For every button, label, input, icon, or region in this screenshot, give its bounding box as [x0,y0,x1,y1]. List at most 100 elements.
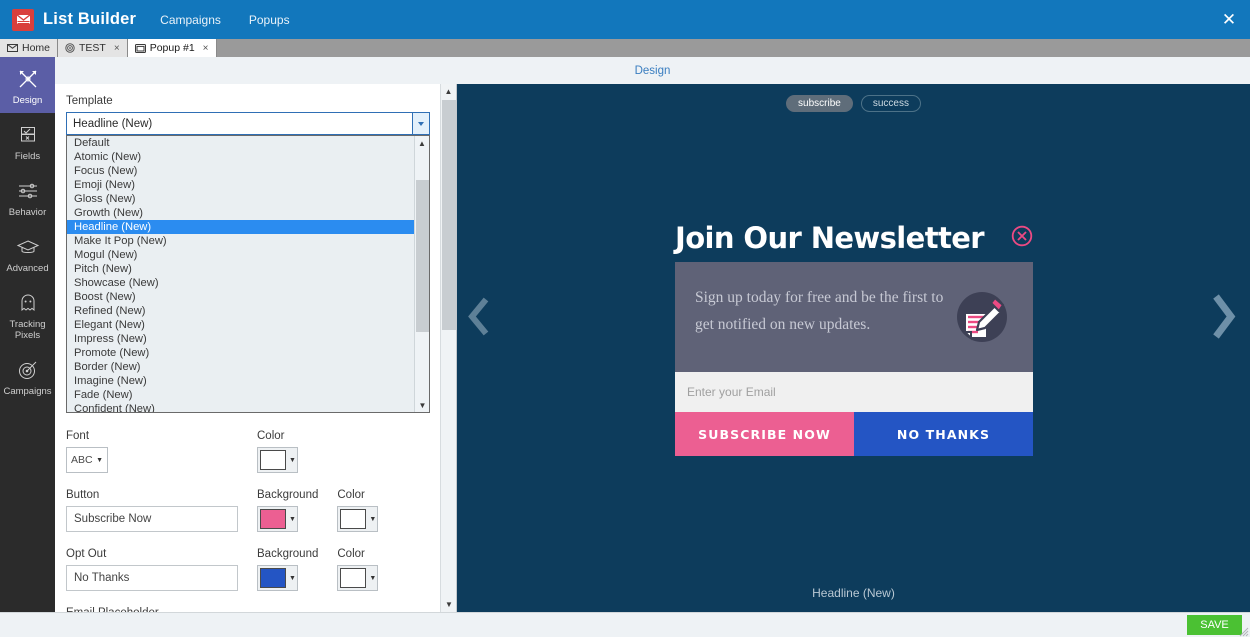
popup-card: Join Our Newsletter Sign up today for fr… [675,222,1033,456]
font-select-value: ABC [71,454,93,466]
target-icon [65,43,75,53]
tab-test-close-icon[interactable]: × [114,43,120,54]
popup-email-input[interactable]: Enter your Email [675,372,1033,412]
dropdown-scroll-thumb[interactable] [416,180,429,332]
next-template-arrow[interactable] [1208,291,1238,346]
template-option[interactable]: Confident (New) [67,402,414,412]
design-icon [2,66,53,92]
chevron-down-icon: ▼ [289,574,296,582]
template-option[interactable]: Showcase (New) [67,276,414,290]
template-option[interactable]: Imagine (New) [67,374,414,388]
template-dropdown-list[interactable]: Default Atomic (New) Focus (New) Emoji (New… [66,135,430,413]
button-color-label: Color [337,489,365,501]
panel-scroll-thumb[interactable] [442,100,456,330]
popup-title: Join Our Newsletter [675,221,985,255]
sidebar-item-fields[interactable]: Fields [0,113,55,169]
top-nav: Campaigns Popups [160,13,289,27]
template-option[interactable]: Impress (New) [67,332,414,346]
template-option[interactable]: Emoji (New) [67,178,414,192]
sub-header: Design [55,57,1250,84]
template-option[interactable]: Mogul (New) [67,248,414,262]
button-background-label: Background [257,489,319,501]
preview-tab-subscribe[interactable]: subscribe [786,95,853,112]
sidebar-item-behavior[interactable]: Behavior [0,169,55,225]
dropdown-scrollbar[interactable]: ▲ ▼ [414,136,429,412]
optout-background-picker[interactable]: ▼ [257,565,298,591]
template-option[interactable]: Border (New) [67,360,414,374]
panel-scroll-up-icon[interactable]: ▲ [441,84,456,99]
panel-scroll-down-icon[interactable]: ▼ [441,597,457,612]
settings-panel-scrollbar[interactable]: ▲ ▼ [440,84,456,612]
ghost-icon [2,290,53,316]
optout-background-label: Background [257,548,319,560]
template-label: Template [66,95,113,107]
graduation-cap-icon [2,234,53,260]
template-select[interactable]: Headline (New) [66,112,430,135]
template-option[interactable]: Headline (New) [67,220,414,234]
preview-state-tabs: subscribe success [457,95,1250,112]
popup-optout-button[interactable]: NO THANKS [854,412,1033,456]
button-label: Button [66,489,100,501]
tab-test[interactable]: TEST × [58,39,128,57]
font-select[interactable]: ABC ▼ [66,447,108,473]
tab-home[interactable]: Home [0,39,59,57]
tab-test-label: TEST [79,42,106,54]
popup-close-icon[interactable] [1011,225,1033,252]
template-option[interactable]: Focus (New) [67,164,414,178]
app-window: List Builder Campaigns Popups ✕ Home TES… [0,0,1250,637]
chevron-down-icon: ▼ [369,574,377,582]
sidebar-rail: Design Fields Behavior Advanced Tracking [0,57,55,637]
optout-color-picker[interactable]: ▼ [337,565,379,591]
envelope-icon [7,44,18,52]
template-option[interactable]: Fade (New) [67,388,414,402]
template-option[interactable]: Gloss (New) [67,192,414,206]
sidebar-item-design[interactable]: Design [0,57,55,113]
template-option[interactable]: Make It Pop (New) [67,234,414,248]
template-options: Default Atomic (New) Focus (New) Emoji (New… [67,136,414,412]
sidebar-item-fields-label: Fields [14,151,41,162]
previous-template-arrow[interactable] [466,295,492,342]
button-background-picker[interactable]: ▼ [257,506,298,532]
optout-label: Opt Out [66,548,107,560]
chevron-down-icon: ▼ [96,456,103,464]
optout-color-swatch [340,568,367,588]
button-color-swatch [340,509,367,529]
resize-grip[interactable] [1237,624,1249,637]
template-option[interactable]: Growth (New) [67,206,414,220]
template-option[interactable]: Pitch (New) [67,262,414,276]
tab-popup-1-label: Popup #1 [149,42,195,54]
chevron-down-icon[interactable] [412,113,429,134]
template-option[interactable]: Atomic (New) [67,150,414,164]
button-color-picker[interactable]: ▼ [337,506,379,532]
preview-caption: Headline (New) [812,586,895,600]
sub-header-link-design[interactable]: Design [635,65,671,77]
save-button[interactable]: SAVE [1187,615,1242,635]
footer-bar [0,612,1250,637]
sidebar-item-campaigns[interactable]: Campaigns [0,348,55,404]
settings-panel: Template Headline (New) Default Atomic (N… [55,84,457,612]
optout-text-input[interactable] [66,565,238,591]
template-option[interactable]: Boost (New) [67,290,414,304]
template-option[interactable]: Default [67,136,414,150]
dropdown-scroll-up-icon[interactable]: ▲ [415,136,429,150]
nav-link-popups[interactable]: Popups [249,13,290,27]
target-campaign-icon [2,357,53,383]
template-select-value: Headline (New) [73,117,153,130]
font-label: Font [66,430,90,442]
template-option[interactable]: Elegant (New) [67,318,414,332]
popup-body: Sign up today for free and be the first … [675,262,1033,372]
tab-popup-1-close-icon[interactable]: × [203,43,209,54]
template-option[interactable]: Refined (New) [67,304,414,318]
font-color-swatch [260,450,286,470]
tab-popup-1[interactable]: Popup #1 × [127,39,217,57]
template-option[interactable]: Promote (New) [67,346,414,360]
sidebar-item-advanced[interactable]: Advanced [0,225,55,281]
popup-subscribe-button[interactable]: SUBSCRIBE NOW [675,412,854,456]
font-color-picker[interactable]: ▼ [257,447,298,473]
dropdown-scroll-down-icon[interactable]: ▼ [415,398,429,412]
preview-tab-success[interactable]: success [860,95,921,112]
nav-link-campaigns[interactable]: Campaigns [160,13,221,27]
close-icon[interactable]: ✕ [1218,9,1240,31]
sidebar-item-tracking-pixels[interactable]: Tracking Pixels [0,281,55,348]
button-text-input[interactable] [66,506,238,532]
